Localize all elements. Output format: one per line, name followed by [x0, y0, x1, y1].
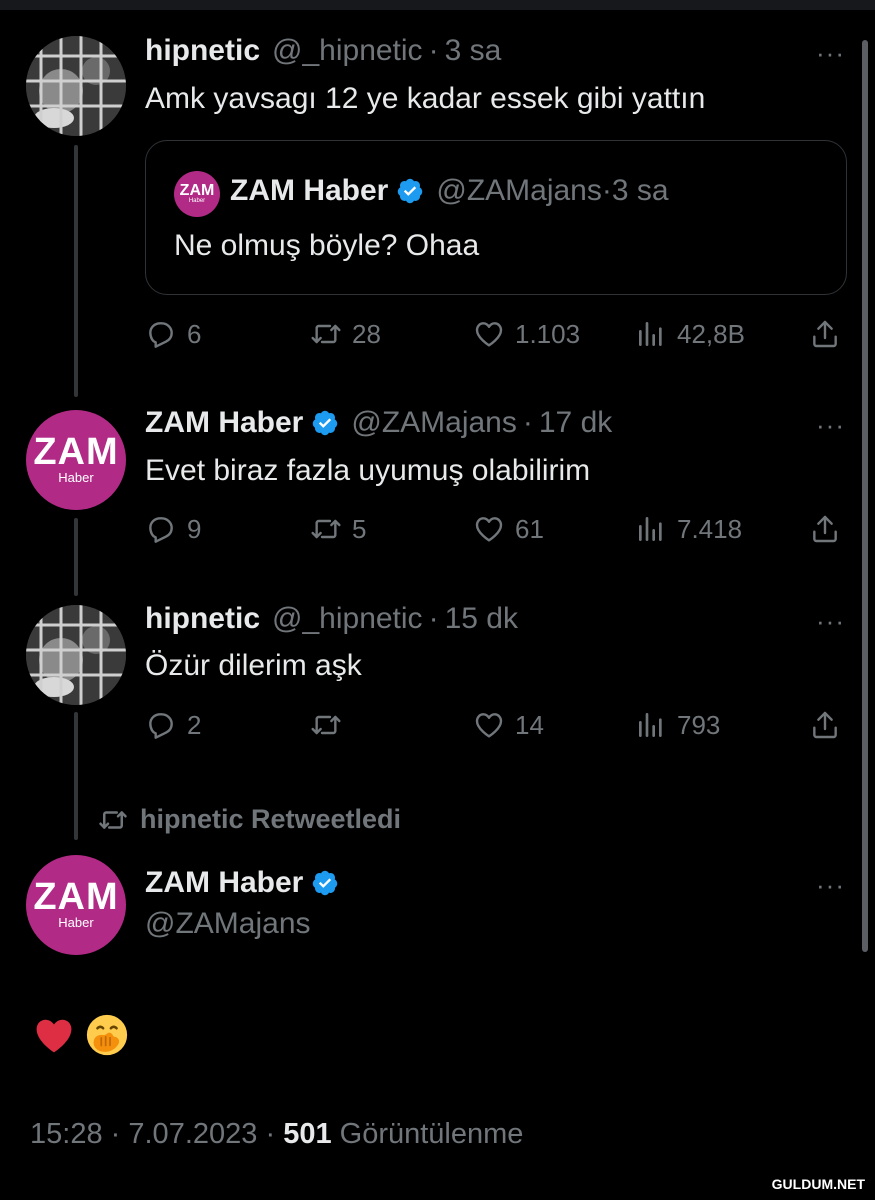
tweet-content	[32, 1012, 130, 1058]
like-count: 14	[515, 709, 544, 740]
reply-button[interactable]: 9	[145, 509, 201, 549]
tweet-actions: 6 28 1.103 42,8B	[145, 314, 845, 354]
retweet-icon	[311, 519, 341, 539]
retweet-count: 28	[352, 318, 381, 349]
avatar[interactable]	[26, 605, 126, 705]
avatar[interactable]	[26, 36, 126, 136]
views-icon	[639, 713, 662, 737]
tweet-text: Amk yavsagı 12 ye kadar essek gibi yattı…	[145, 82, 706, 115]
author-name[interactable]: ZAM Haber	[145, 866, 303, 900]
thread-line	[74, 712, 78, 840]
more-options-icon[interactable]: ···	[816, 38, 845, 69]
author-handle[interactable]: @_hipnetic	[272, 34, 423, 68]
tweet-text: Özür dilerim aşk	[145, 649, 362, 682]
tweet-time[interactable]: 3 sa	[445, 34, 502, 68]
like-count: 1.103	[515, 318, 581, 349]
quote-time: 3 sa	[611, 174, 669, 207]
views-button[interactable]: 793	[635, 705, 720, 745]
views-icon	[639, 517, 662, 541]
separator: ·	[428, 34, 439, 67]
more-options-icon[interactable]: ···	[816, 606, 845, 637]
avatar[interactable]: ZAM Haber	[26, 410, 126, 510]
like-button[interactable]: 14	[473, 705, 544, 745]
share-icon	[813, 711, 837, 739]
author-name[interactable]: ZAM Haber	[145, 406, 303, 440]
tweet-actions: 2 14 793	[145, 705, 845, 745]
avatar[interactable]: ZAM Haber	[26, 855, 126, 955]
retweet-count: 5	[352, 513, 367, 544]
views-count: 793	[677, 709, 721, 740]
reply-count: 2	[187, 709, 202, 740]
share-button[interactable]	[809, 509, 851, 549]
author-handle[interactable]: @ZAMajans	[145, 907, 311, 941]
tweet-timestamp[interactable]: 15:28 · 7.07.2023 · 501 Görüntülenme	[30, 1118, 523, 1151]
verified-badge-icon	[396, 177, 424, 205]
quote-author-name: ZAM Haber	[230, 174, 389, 207]
tweet-clock-time: 15:28	[30, 1118, 103, 1150]
views-count: 42,8B	[677, 318, 745, 349]
like-button[interactable]: 1.103	[473, 314, 580, 354]
tweet-header: hipnetic @_hipnetic · 15 dk	[145, 602, 518, 636]
views-count: 7.418	[677, 513, 743, 544]
share-icon	[813, 320, 837, 348]
retweet-context[interactable]: hipnetic Retweetledi	[98, 804, 401, 835]
thread-line	[74, 518, 78, 596]
retweet-button[interactable]	[310, 705, 352, 745]
reply-count: 6	[187, 318, 202, 349]
retweet-button[interactable]: 5	[310, 509, 366, 549]
quote-avatar: ZAM Haber	[174, 171, 220, 217]
author-handle[interactable]: @ZAMajans	[351, 406, 517, 440]
heart-icon	[475, 713, 503, 738]
tweet-time[interactable]: 17 dk	[539, 406, 612, 440]
retweet-icon	[311, 715, 341, 735]
heart-icon	[475, 517, 503, 542]
view-count: 501	[283, 1118, 332, 1150]
retweet-button[interactable]: 28	[310, 314, 381, 354]
like-count: 61	[515, 513, 544, 544]
quoted-tweet[interactable]: ZAM Haber ZAM Haber @ZAMajans · 3 sa Ne …	[145, 140, 847, 295]
reply-count: 9	[187, 513, 202, 544]
quote-author-handle: @ZAMajans	[436, 174, 602, 207]
retweet-icon	[311, 324, 341, 344]
quote-text: Ne olmuş böyle? Ohaa	[174, 229, 480, 262]
views-button[interactable]: 7.418	[635, 509, 742, 549]
view-count-label: Görüntülenme	[339, 1118, 524, 1150]
author-handle[interactable]: @_hipnetic	[272, 602, 423, 636]
tweet-date: 7.07.2023	[128, 1118, 258, 1150]
share-button[interactable]	[809, 314, 851, 354]
verified-badge-icon	[311, 409, 339, 437]
retweet-icon	[99, 810, 127, 829]
verified-badge-icon	[311, 869, 339, 897]
top-bar	[0, 0, 875, 10]
reply-button[interactable]: 2	[145, 705, 201, 745]
quote-header: ZAM Haber @ZAMajans · 3 sa	[230, 174, 669, 207]
tweet-header: ZAM Haber @ZAMajans · 17 dk	[145, 406, 613, 440]
retweet-context-label: hipnetic Retweetledi	[140, 804, 402, 834]
views-icon	[639, 322, 662, 346]
reply-button[interactable]: 6	[145, 314, 201, 354]
author-name[interactable]: hipnetic	[145, 602, 260, 636]
red-heart-icon	[36, 1019, 72, 1053]
share-button[interactable]	[809, 705, 851, 745]
more-options-icon[interactable]: ···	[816, 870, 845, 901]
tweet-header: hipnetic @_hipnetic · 3 sa	[145, 34, 501, 68]
reply-icon	[149, 322, 173, 348]
tweet-actions: 9 5 61 7.418	[145, 509, 845, 549]
more-options-icon[interactable]: ···	[816, 410, 845, 441]
like-button[interactable]: 61	[473, 509, 544, 549]
reply-icon	[149, 517, 173, 543]
author-name[interactable]: hipnetic	[145, 34, 260, 68]
author-name-row: ZAM Haber	[145, 866, 351, 900]
views-button[interactable]: 42,8B	[635, 314, 745, 354]
watermark: GULDUM.NET	[767, 1174, 869, 1194]
face-with-hand-over-mouth-icon	[86, 1014, 128, 1056]
tweet-time[interactable]: 15 dk	[445, 602, 518, 636]
tweet-text: Evet biraz fazla uyumuş olabilirim	[145, 454, 591, 487]
share-icon	[813, 515, 837, 543]
heart-icon	[475, 322, 503, 347]
scrollbar[interactable]	[862, 40, 868, 952]
reply-icon	[149, 713, 173, 739]
thread-line	[74, 145, 78, 397]
